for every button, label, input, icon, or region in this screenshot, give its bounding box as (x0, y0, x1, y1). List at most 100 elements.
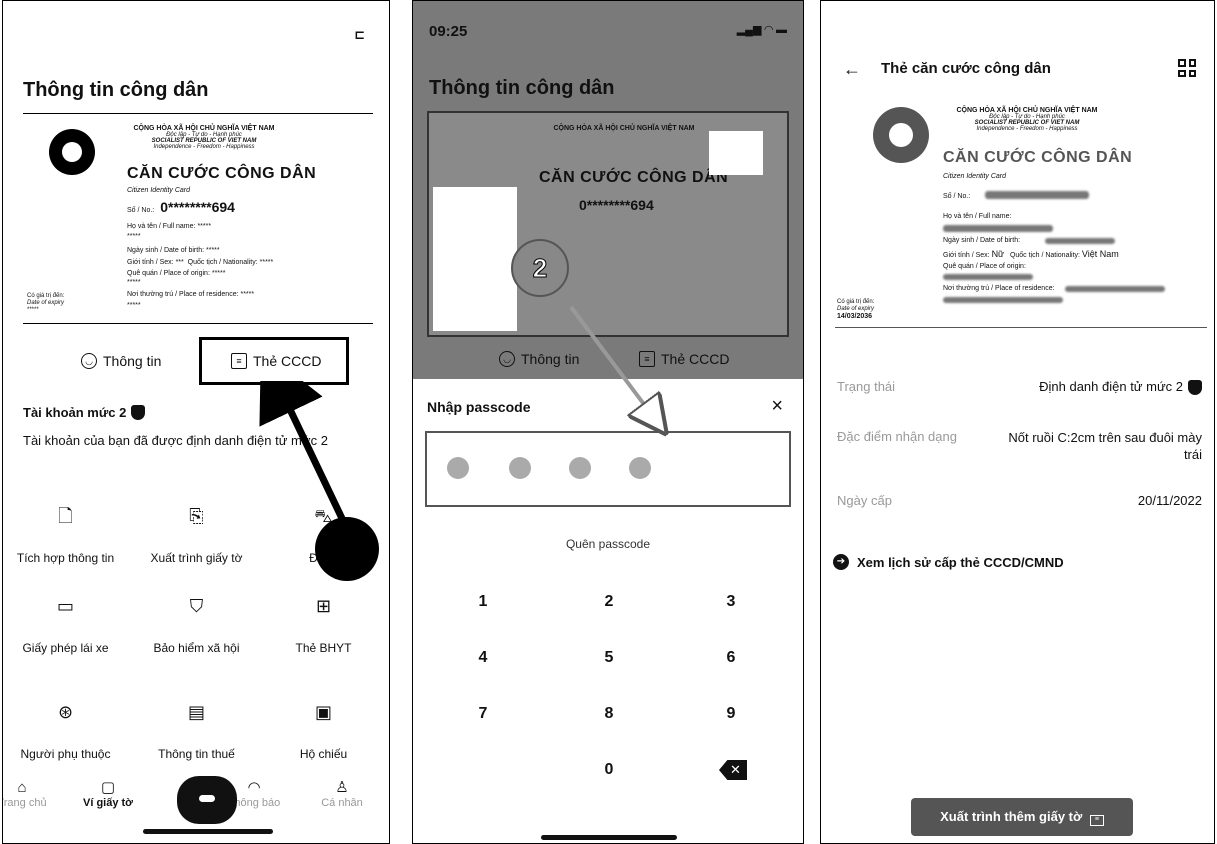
license-icon: ▭ (56, 596, 74, 616)
card-motto-en: Independence - Freedom - Happiness (153, 144, 255, 150)
grid-item-passport[interactable]: ▣ Hộ chiếu (261, 701, 386, 761)
nav-item-wallet[interactable]: ▢ Ví giấy tờ (73, 779, 143, 809)
passcode-input[interactable] (425, 431, 791, 507)
grid-item-social-insurance[interactable]: ⛉ Bảo hiểm xã hội (134, 595, 259, 655)
card-expiry-label: Có giá trị đến: (27, 293, 65, 299)
card-dob-label: Ngày sinh / Date of birth: (127, 247, 205, 254)
card-nationality-value: ***** (259, 259, 274, 266)
card-republic: CỘNG HÒA XÃ HỘI CHỦ NGHĨA VIỆT NAM (956, 107, 1098, 114)
grid-item-license[interactable]: ▭ Giấy phép lái xe (3, 595, 128, 655)
grid-item-label: Thẻ BHYT (295, 641, 352, 655)
tab-info-label: Thông tin (103, 353, 162, 369)
arrow-right-circle-icon: ➔ (833, 554, 849, 570)
grid-item-tax[interactable]: ▤ Thông tin thuế (134, 701, 259, 761)
card-residence-label: Nơi thường trú / Place of residence: (127, 291, 239, 298)
keypad-key-0[interactable]: 0 (579, 761, 639, 779)
card-dob-value: ***** (206, 247, 220, 254)
forgot-passcode-link[interactable]: Quên passcode (413, 537, 803, 551)
redacted-photo (433, 187, 517, 331)
grid-item-dependent[interactable]: ⊛ Người phụ thuộc (3, 701, 128, 761)
menu-icon[interactable]: ⊏ (354, 27, 365, 43)
keypad-key-1[interactable]: 1 (453, 593, 513, 611)
keypad-key-5[interactable]: 5 (579, 649, 639, 667)
passcode-dot (629, 457, 651, 479)
grid-item-label: Người phụ thuộc (20, 747, 111, 761)
card-no-label: Số / No.: (127, 207, 155, 214)
card-dob-label: Ngày sinh / Date of birth: (943, 237, 1021, 244)
passcode-dot (509, 457, 531, 479)
card-title: CĂN CƯỚC CÔNG DÂN (539, 169, 729, 186)
home-indicator (541, 835, 677, 840)
account-level-heading: Tài khoản mức 2 (23, 405, 146, 420)
redacted-origin (943, 274, 1033, 280)
wallet-icon: ▢ (100, 779, 116, 796)
keypad-key-4[interactable]: 4 (453, 649, 513, 667)
nav-item-person[interactable]: ♙ Cá nhân (307, 779, 377, 809)
card-name-value: ***** (127, 233, 141, 240)
detail-row-value: Nốt ruồi C:2cm trên sau đuôi mày trái (987, 429, 1202, 463)
keypad-key-2[interactable]: 2 (579, 593, 639, 611)
card-no-value: 0********694 (579, 197, 654, 213)
social-insurance-icon: ⛉ (189, 596, 204, 616)
card-residence-line2: ***** (127, 302, 141, 309)
annotation-arrow (259, 381, 379, 581)
annotation-arrow (569, 305, 673, 441)
detail-row-value: Định danh điện tử mức 2 (1039, 379, 1202, 396)
present-docs-icon: ⎘ (189, 506, 204, 526)
qr-code-icon[interactable] (1178, 59, 1196, 77)
detail-row-value: 20/11/2022 (1138, 493, 1202, 508)
scan-qr-button[interactable] (177, 776, 237, 824)
close-icon[interactable]: × (771, 395, 783, 418)
card-origin-label: Quê quán / Place of origin: (127, 270, 210, 277)
nav-item-home[interactable]: ⌂ Trang chủ (3, 779, 57, 809)
tax-icon: ▤ (187, 702, 205, 722)
export-documents-button[interactable]: Xuất trình thêm giấy tờ ≡ (911, 798, 1133, 836)
tab-info[interactable]: ◡ Thông tin (81, 353, 161, 369)
detail-row-value-text: 20/11/2022 (1137, 493, 1202, 508)
backspace-icon[interactable]: ✕ (719, 760, 747, 780)
card-expiry-label-en: Date of expiry (27, 300, 65, 306)
detail-row-label: Ngày cấp (837, 493, 892, 508)
document-add-icon: 🗋 (58, 506, 73, 526)
grid-item-document-add[interactable]: 🗋 Tích hợp thông tin (3, 505, 128, 565)
page-title: Thẻ căn cước công dân (881, 60, 1051, 77)
account-level-title: Tài khoản mức 2 (23, 405, 127, 420)
card-expiry-label-en: Date of expiry (837, 306, 875, 312)
id-card-detail-screen: ← Thẻ căn cước công dân CỘNG HÒA XÃ HỘI … (820, 0, 1215, 844)
status-time: 09:25 (429, 23, 468, 40)
card-expiry-label: Có giá trị đến: (837, 299, 875, 305)
sheet-title: Nhập passcode (427, 399, 531, 415)
id-card-image: CỘNG HÒA XÃ HỘI CHỦ NGHĨA VIỆT NAM Độc l… (835, 87, 1207, 337)
keypad-key-7[interactable]: 7 (453, 705, 513, 723)
card-residence-value: ***** (240, 291, 255, 298)
grid-item-present-docs[interactable]: ⎘ Xuất trình giấy tờ (134, 505, 259, 565)
card-nationality-label: Quốc tịch / Nationality: (187, 259, 258, 266)
grid-item-health-insurance[interactable]: ⊞ Thẻ BHYT (261, 595, 386, 655)
passport-icon: ▣ (314, 702, 332, 722)
keypad-key-8[interactable]: 8 (579, 705, 639, 723)
card-sex-label: Giới tính / Sex: (127, 259, 174, 266)
keypad-key-3[interactable]: 3 (701, 593, 761, 611)
home-icon: ⌂ (17, 779, 27, 796)
grid-item-label: Hộ chiếu (299, 747, 348, 761)
card-title: CĂN CƯỚC CÔNG DÂN (127, 165, 317, 182)
history-link[interactable]: ➔ Xem lịch sử cấp thẻ CCCD/CMND (833, 554, 1064, 570)
card-name-label: Họ và tên / Full name: (943, 213, 1012, 220)
card-title-en: Citizen Identity Card (943, 173, 1007, 180)
card-republic: CỘNG HÒA XÃ HỘI CHỦ NGHĨA VIỆT NAM (133, 125, 275, 132)
user-circle-icon: ◡ (81, 353, 97, 369)
back-arrow-icon[interactable]: ← (843, 59, 861, 80)
step-badge: 2 (511, 239, 569, 297)
id-card-icon: ≡ (1089, 815, 1104, 826)
card-sex-label: Giới tính / Sex: (943, 252, 990, 259)
passcode-sheet: Nhập passcode × Quên passcode 1 2 3 4 5 6 7 8 9 0… (413, 379, 803, 843)
card-residence-label: Nơi thường trú / Place of residence: (943, 285, 1055, 292)
card-republic: CỘNG HÒA XÃ HỘI CHỦ NGHĨA VIỆT NAM (553, 125, 695, 132)
keypad-key-6[interactable]: 6 (701, 649, 761, 667)
citizen-info-screen: ⊏ Thông tin công dân CỘNG HÒA XÃ HỘI CHỦ… (2, 0, 390, 844)
card-motto-en: Independence - Freedom - Happiness (976, 126, 1078, 132)
passcode-dot (447, 457, 469, 479)
card-origin-label: Quê quán / Place of origin: (943, 263, 1026, 270)
keypad-key-9[interactable]: 9 (701, 705, 761, 723)
card-nationality-label: Quốc tịch / Nationality: (1009, 252, 1080, 259)
